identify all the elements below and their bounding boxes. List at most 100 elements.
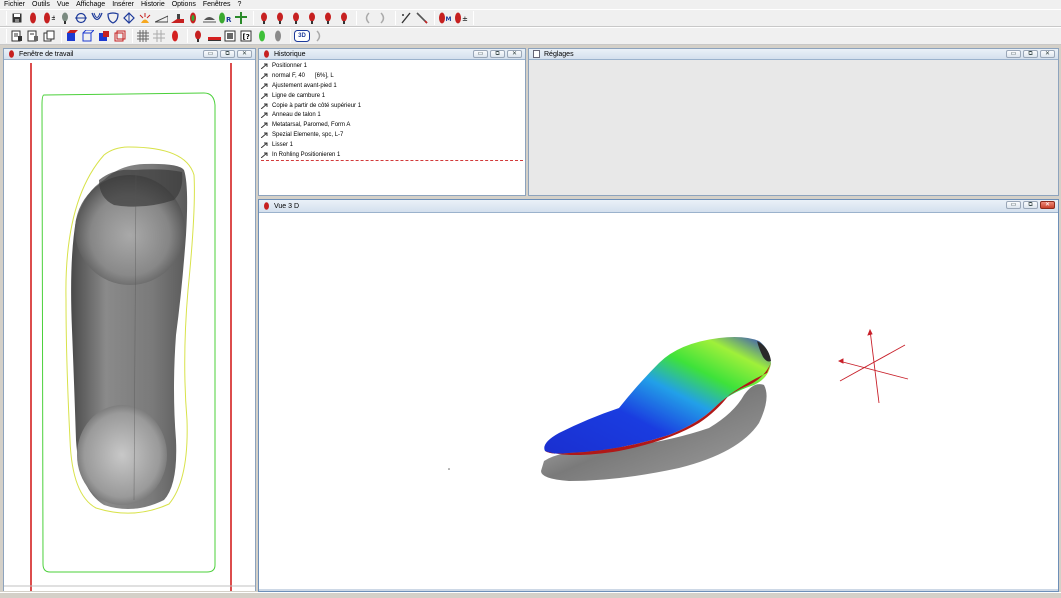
status-bar [0, 592, 1061, 598]
svg-text:M: M [446, 16, 452, 23]
redo-icon[interactable] [376, 11, 390, 25]
3d-icon[interactable]: 3D [294, 29, 310, 43]
history-item-label: Anneau de talon 1 [272, 112, 321, 119]
foot-small-icon[interactable] [191, 29, 205, 43]
foot-red-4-icon[interactable] [305, 11, 319, 25]
menu-bar: Fichier Outils Vue Affichage Insérer His… [0, 0, 1061, 9]
foot-plus-icon[interactable]: ± [42, 11, 56, 25]
copy-icon[interactable] [42, 29, 56, 43]
foot-red-5-icon[interactable] [321, 11, 335, 25]
restore-button[interactable]: ⧉ [1023, 201, 1038, 209]
minimize-button[interactable]: ▭ [473, 50, 488, 58]
menu-inserer[interactable]: Insérer [112, 0, 134, 9]
sun-rays-icon[interactable] [138, 11, 152, 25]
foot-red-icon[interactable] [26, 11, 40, 25]
settings-window-title: Réglages [544, 50, 574, 58]
app-foot-icon [8, 50, 15, 58]
work-window-titlebar: Fenêtre de travail ▭ ⧉ ✕ [4, 49, 255, 60]
doc-scan-icon[interactable] [26, 29, 40, 43]
diamond-icon[interactable] [122, 11, 136, 25]
foot-red-3-icon[interactable] [289, 11, 303, 25]
history-item-label: Ligne de cambure 1 [272, 92, 326, 99]
gray-foot-icon[interactable] [271, 29, 285, 43]
foot-outline-icon[interactable] [186, 11, 200, 25]
menu-affichage[interactable]: Affichage [76, 0, 105, 9]
toolbar-separator [187, 29, 188, 43]
settings-window-titlebar: Réglages ▭ ⧉ ✕ [529, 49, 1058, 60]
cube-blue-icon[interactable] [65, 29, 79, 43]
doc-icon[interactable] [10, 29, 24, 43]
history-window-title: Historique [274, 50, 306, 58]
cube-wire-icon[interactable] [113, 29, 127, 43]
foot-M-icon[interactable]: M [438, 11, 452, 25]
foot-red-6-icon[interactable] [337, 11, 351, 25]
restore-button[interactable]: ⧉ [1023, 50, 1038, 58]
close-button[interactable]: ✕ [237, 50, 252, 58]
foot-pm-icon[interactable]: ± [454, 11, 468, 25]
red-bar-icon[interactable] [207, 29, 221, 43]
minimize-button[interactable]: ▭ [1006, 50, 1021, 58]
menu-fichier[interactable]: Fichier [4, 0, 25, 9]
history-item[interactable]: normal F, 40 [6%], L [261, 71, 525, 81]
history-item[interactable]: In Rohling Positionieren 1 [261, 150, 525, 160]
menu-fenetres[interactable]: Fenêtres [203, 0, 231, 9]
history-step-icon [261, 142, 268, 149]
close-button[interactable]: ✕ [507, 50, 522, 58]
pencil-icon[interactable] [415, 11, 429, 25]
slope-icon[interactable] [154, 11, 168, 25]
foot-red-icon[interactable] [168, 29, 182, 43]
foot-red-1-icon[interactable] [257, 11, 271, 25]
heel-cup-icon[interactable] [90, 11, 104, 25]
history-item[interactable]: Positionner 1 [261, 61, 525, 71]
history-list: Positionner 1 normal F, 40 [6%], L Ajust… [259, 60, 525, 161]
layers-icon[interactable] [202, 11, 216, 25]
foot-gray-icon[interactable] [58, 11, 72, 25]
minimize-button[interactable]: ▭ [203, 50, 218, 58]
grid-icon[interactable] [136, 29, 150, 43]
green-plus-icon[interactable] [234, 11, 248, 25]
view3d-canvas[interactable] [259, 213, 1058, 591]
history-item[interactable]: Lisser 1 [261, 140, 525, 150]
restore-button[interactable]: ⧉ [490, 50, 505, 58]
bracket-icon[interactable]: [? [239, 29, 253, 43]
history-item[interactable]: Copie à partir de côté supérieur 1 [261, 101, 525, 111]
minimize-button[interactable]: ▭ [1006, 201, 1021, 209]
cube-red-icon[interactable] [97, 29, 111, 43]
menu-outils[interactable]: Outils [32, 0, 50, 9]
restore-button[interactable]: ⧉ [220, 50, 235, 58]
ramp-red-icon[interactable] [170, 11, 184, 25]
foot-green-R-icon[interactable]: R [218, 11, 232, 25]
green-foot-icon[interactable] [255, 29, 269, 43]
menu-historie[interactable]: Historie [141, 0, 165, 9]
history-item[interactable]: Ajustement avant-pied 1 [261, 81, 525, 91]
save-icon[interactable] [10, 11, 24, 25]
history-item-label: Positionner 1 [272, 62, 308, 69]
history-step-icon [261, 132, 268, 139]
toolbar-separator [6, 29, 7, 43]
history-step-icon [261, 112, 268, 119]
heel-region [77, 405, 167, 505]
foot-red-2-icon[interactable] [273, 11, 287, 25]
history-window: Historique ▭ ⧉ ✕ Positionner 1 normal F,… [258, 48, 526, 196]
history-item[interactable]: Spezial Elemente, spc, L-7 [261, 130, 525, 140]
history-item[interactable]: Metatarsal, Paromed, Form A [261, 120, 525, 130]
history-item[interactable]: Ligne de cambure 1 [261, 91, 525, 101]
view3d-window-titlebar: Vue 3 D ▭ ⧉ ✕ [259, 200, 1058, 213]
square-icon[interactable] [223, 29, 237, 43]
history-item[interactable]: Anneau de talon 1 [261, 110, 525, 120]
history-step-icon [261, 152, 268, 158]
shield-icon[interactable] [106, 11, 120, 25]
close-button[interactable]: ✕ [1040, 50, 1055, 58]
toolbar-separator [356, 11, 357, 25]
cube-outline-icon[interactable] [81, 29, 95, 43]
undo-icon[interactable] [360, 11, 374, 25]
crosshair-icon[interactable] [74, 11, 88, 25]
menu-vue[interactable]: Vue [57, 0, 69, 9]
menu-help[interactable]: ? [237, 0, 241, 9]
work-canvas[interactable] [4, 60, 255, 591]
gray-curve-icon[interactable] [312, 29, 326, 43]
grid-dots-icon[interactable] [152, 29, 166, 43]
menu-options[interactable]: Options [172, 0, 196, 9]
pen-icon[interactable] [399, 11, 413, 25]
close-button[interactable]: ✕ [1040, 201, 1055, 209]
